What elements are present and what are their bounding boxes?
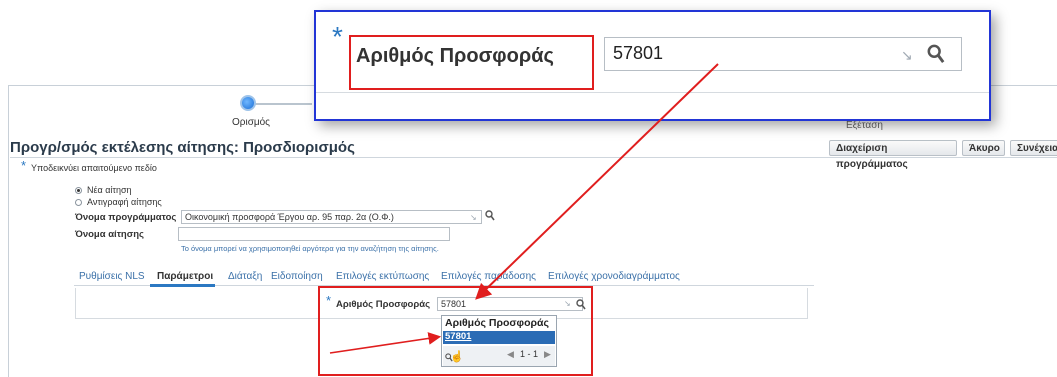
- arrow-zoom-to-field: [475, 63, 719, 300]
- arrow-to-option: [329, 332, 442, 354]
- annotation-arrows: [329, 63, 719, 354]
